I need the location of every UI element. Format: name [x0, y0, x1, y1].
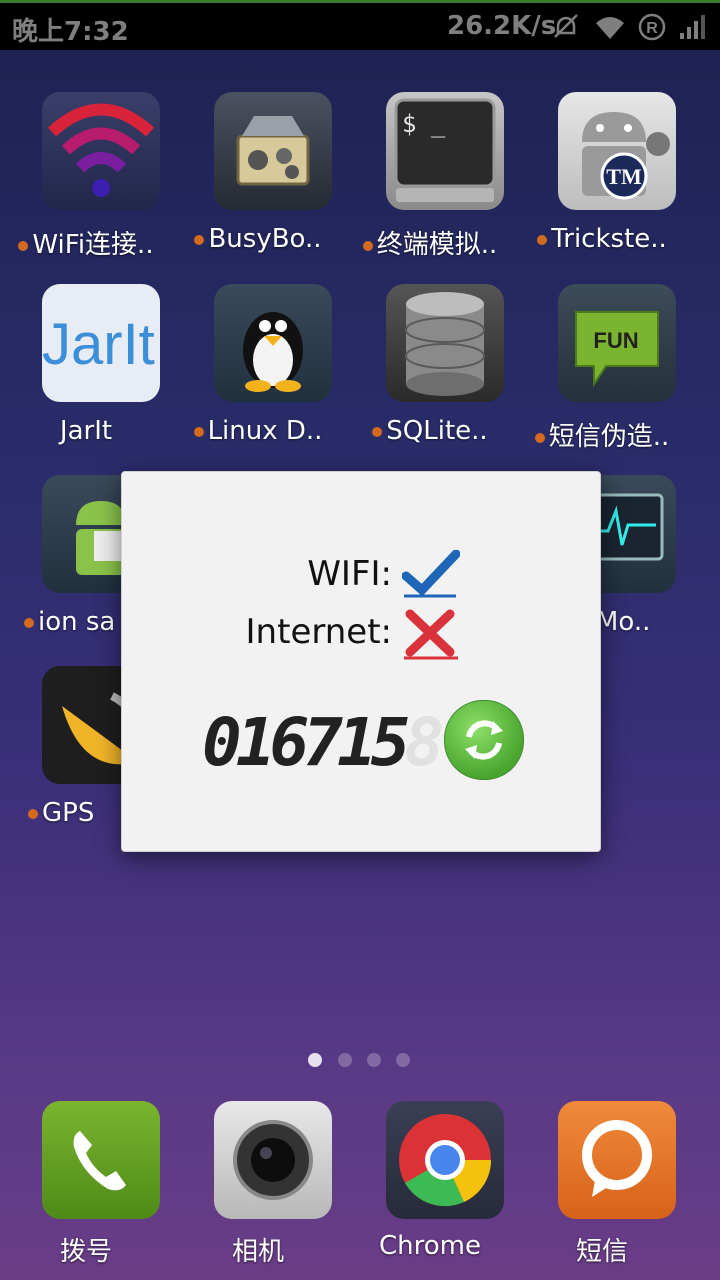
message-icon: [558, 1101, 676, 1219]
new-app-dot: [534, 432, 545, 443]
app-label: Trickste..: [551, 224, 667, 254]
tm-logo-text: TM: [606, 164, 642, 189]
page-dot-active[interactable]: [308, 1053, 322, 1067]
page-dot[interactable]: [338, 1053, 352, 1067]
refresh-button[interactable]: [444, 700, 524, 780]
network-speed: 26.2K/s: [447, 11, 557, 41]
status-bar: 晚上7:32 26.2K/s R: [0, 0, 720, 50]
fun-text: FUN: [593, 328, 638, 353]
app-label: SQLite..: [386, 416, 488, 446]
app-label: Linux D..: [207, 416, 323, 446]
terminal-app-icon: $ _: [386, 92, 504, 210]
app-label: WiFi连接..: [32, 230, 154, 260]
app-label: Chrome: [379, 1231, 481, 1261]
phone-icon: [42, 1101, 160, 1219]
page-dot[interactable]: [367, 1053, 381, 1067]
page-dot[interactable]: [396, 1053, 410, 1067]
new-app-dot: [24, 617, 34, 628]
sms-fun-icon: FUN: [558, 284, 676, 402]
roaming-icon: R: [638, 13, 666, 41]
trickster-app-icon: TM: [558, 92, 676, 210]
app-label: 短信: [575, 1237, 628, 1267]
counter-ghost-digit: 8: [404, 704, 444, 781]
jarit-app-icon: JarIt: [42, 284, 160, 402]
app-label: 相机: [231, 1237, 284, 1267]
internet-label: Internet:: [245, 612, 392, 652]
app-label: 短信伪造..: [548, 422, 670, 452]
app-label: BusyBo..: [208, 224, 322, 254]
new-app-dot: [18, 240, 29, 251]
check-icon: [402, 550, 460, 598]
jarit-logo-text: JarIt: [42, 312, 155, 377]
status-time: 晚上7:32: [12, 17, 129, 47]
penguin-icon: [214, 284, 332, 402]
wifi-signal-icon: [596, 17, 624, 39]
app-label: GPS: [42, 798, 95, 828]
new-app-dot: [372, 426, 383, 437]
new-app-dot: [537, 234, 548, 245]
wifi-app-icon: [42, 92, 160, 210]
new-app-dot: [28, 808, 38, 819]
app-label: ion sa: [38, 607, 116, 637]
mute-icon: [554, 14, 578, 38]
svg-text:R: R: [646, 20, 658, 37]
counter-value: 016715: [202, 704, 410, 781]
chrome-icon: [386, 1101, 504, 1219]
digital-counter: 0167158: [202, 704, 444, 781]
status-dialog: WIFI: Internet: 0167158: [121, 471, 601, 852]
refresh-icon: [465, 720, 503, 760]
new-app-dot: [362, 240, 373, 251]
new-app-dot: [194, 234, 205, 245]
wifi-label: WIFI:: [307, 554, 392, 594]
new-app-dot: [193, 426, 204, 437]
terminal-prompt: $ _: [402, 110, 446, 138]
database-icon: [386, 284, 504, 402]
app-label: 终端模拟..: [376, 230, 498, 260]
cross-icon: [404, 609, 458, 660]
busybox-app-icon: [214, 92, 332, 210]
camera-icon: [214, 1101, 332, 1219]
app-label: 拨号: [59, 1237, 112, 1267]
cell-signal-icon: [680, 15, 705, 39]
app-label: JarIt: [59, 416, 113, 446]
